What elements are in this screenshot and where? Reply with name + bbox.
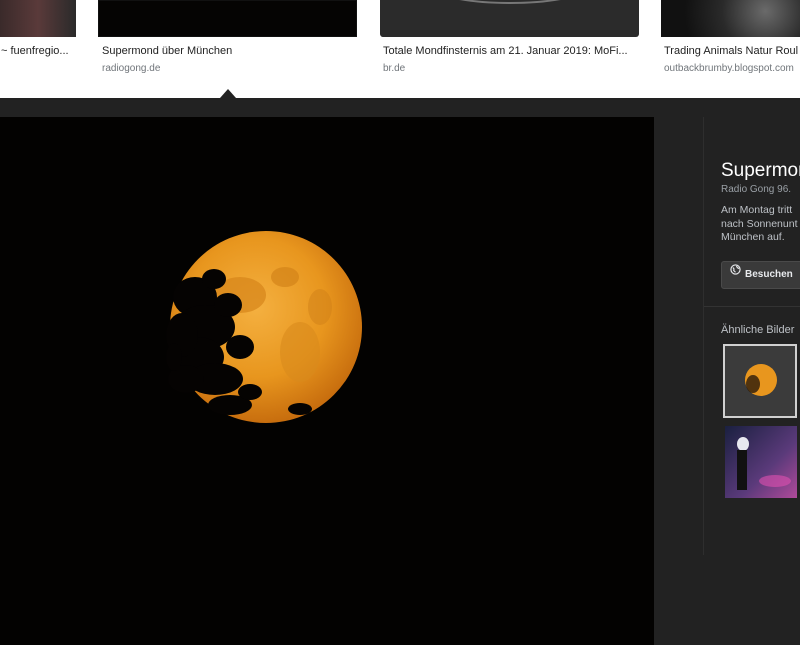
result-source: outbackbrumby.blogspot.com xyxy=(664,63,794,74)
result-source: radiogong.de xyxy=(102,63,161,74)
selection-pointer xyxy=(220,89,236,98)
main-image[interactable] xyxy=(0,117,654,645)
result-thumbnail[interactable] xyxy=(661,0,800,37)
description-line: München auf. xyxy=(721,231,785,243)
similar-concert-graphic xyxy=(737,437,791,490)
panel-description: Am Montag tritt nach Sonnenunt München a… xyxy=(721,204,800,245)
result-source: br.de xyxy=(383,63,406,74)
similar-image-thumb[interactable] xyxy=(725,426,797,498)
thumbnail-graphic xyxy=(459,0,561,4)
description-line: Am Montag tritt xyxy=(721,204,793,216)
moon-image xyxy=(0,117,654,645)
result-title[interactable]: Trading Animals Natur Roul xyxy=(664,45,800,57)
similar-image-thumb[interactable] xyxy=(723,344,797,418)
result-title[interactable]: Totale Mondfinsternis am 21. Januar 2019… xyxy=(383,45,638,57)
similar-images-label: Ähnliche Bilder xyxy=(721,324,795,336)
visit-label: Besuchen xyxy=(745,269,793,280)
result-thumbnail[interactable] xyxy=(98,0,357,37)
result-thumbnail[interactable] xyxy=(380,0,639,37)
detail-panel: Supermond Radio Gong 96. Am Montag tritt… xyxy=(703,117,800,555)
panel-source[interactable]: Radio Gong 96. xyxy=(721,184,791,195)
result-thumbnail[interactable] xyxy=(0,0,76,37)
image-viewer: Supermond Radio Gong 96. Am Montag tritt… xyxy=(0,98,800,645)
description-line: nach Sonnenunt xyxy=(721,217,798,230)
results-strip: ~ fuenfregio... Supermond über München r… xyxy=(0,0,800,98)
panel-title[interactable]: Supermond xyxy=(721,160,800,182)
visit-button[interactable]: Besuchen xyxy=(721,261,800,289)
result-title[interactable]: ~ fuenfregio... xyxy=(1,45,75,57)
globe-icon xyxy=(730,260,741,286)
result-title[interactable]: Supermond über München xyxy=(102,45,352,57)
similar-moon-graphic xyxy=(745,364,777,396)
divider xyxy=(704,306,800,307)
